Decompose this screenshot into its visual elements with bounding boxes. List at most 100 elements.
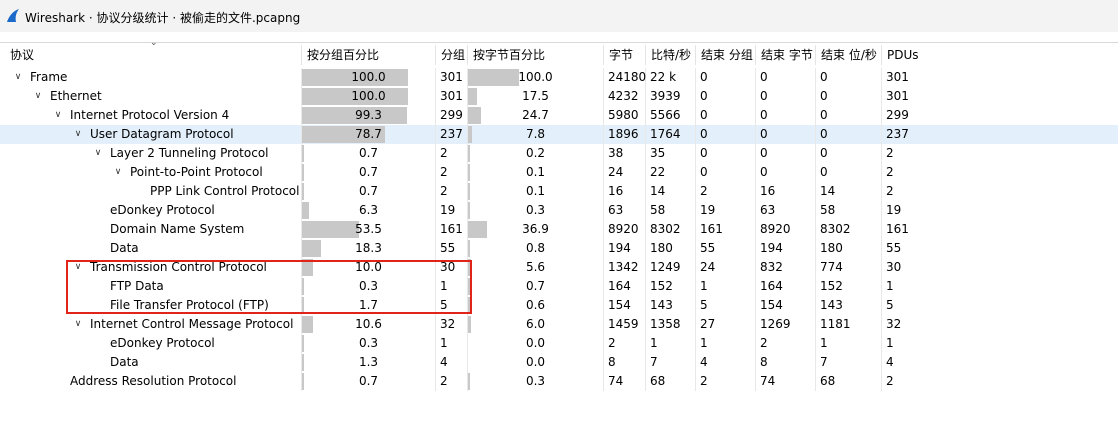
bps-cell: 22 <box>646 163 696 182</box>
pct-bytes-cell: 6.0 <box>468 315 604 334</box>
end-bytes-cell: 8 <box>756 353 816 372</box>
end-bps-cell: 0 <box>816 106 882 125</box>
pct-bytes-cell: 0.1 <box>468 163 604 182</box>
pct-packets-cell: 0.7 <box>302 163 436 182</box>
packets-cell: 161 <box>436 220 468 239</box>
table-row[interactable]: ∨ Layer 2 Tunneling Protocol 0.7 2 0.2 38 35 0 0… <box>0 144 1118 163</box>
end-bytes-cell: 16 <box>756 182 816 201</box>
expand-chevron-icon[interactable]: ∨ <box>52 106 64 125</box>
bps-cell: 3939 <box>646 87 696 106</box>
protocol-cell: eDonkey Protocol <box>0 334 302 353</box>
protocol-name: PPP Link Control Protocol <box>150 184 300 198</box>
col-end-bps[interactable]: 结束 位/秒 <box>816 45 882 65</box>
table-row[interactable]: eDonkey Protocol 6.3 19 0.3 63 58 19 63 58 19 <box>0 201 1118 220</box>
col-percent-bytes[interactable]: 按字节百分比 <box>468 45 604 65</box>
end-bps-cell: 7 <box>816 353 882 372</box>
table-row[interactable]: eDonkey Protocol 0.3 1 0.0 2 1 1 2 1 1 <box>0 334 1118 353</box>
bps-cell: 7 <box>646 353 696 372</box>
table-row[interactable]: Address Resolution Protocol 0.7 2 0.3 74 68 2 7… <box>0 372 1118 391</box>
pdus-cell: 161 <box>886 222 909 236</box>
end-packets-cell: 0 <box>696 106 756 125</box>
table-row[interactable]: ∨ Frame 100.0 301 100.0 24180 22 k 0 0 0 301 <box>0 68 1118 87</box>
end-bps-cell: 180 <box>816 239 882 258</box>
protocol-cell: PPP Link Control Protocol <box>0 182 302 201</box>
protocol-name: Internet Control Message Protocol <box>90 317 294 331</box>
packets-cell: 4 <box>436 353 468 372</box>
packets-cell: 2 <box>436 372 468 391</box>
end-bytes-cell: 154 <box>756 296 816 315</box>
pct-packets-cell: 100.0 <box>302 87 436 106</box>
title-bar: Wireshark · 协议分级统计 · 被偷走的文件.pcapng <box>0 0 1118 32</box>
expand-chevron-icon[interactable]: ∨ <box>72 125 84 144</box>
col-end-packets[interactable]: 结束 分组 <box>696 45 756 65</box>
protocol-cell: ∨ Internet Protocol Version 4 <box>0 106 302 125</box>
bytes-cell: 194 <box>604 239 646 258</box>
packets-cell: 299 <box>436 106 468 125</box>
table-row[interactable]: Data 18.3 55 0.8 194 180 55 194 180 55 <box>0 239 1118 258</box>
protocol-cell: ∨ Frame <box>0 68 302 87</box>
pct-bytes-cell: 0.7 <box>468 277 604 296</box>
end-bytes-cell: 0 <box>756 144 816 163</box>
table-row[interactable]: ∨ Internet Protocol Version 4 99.3 299 24.7 5… <box>0 106 1118 125</box>
protocol-cell: Address Resolution Protocol <box>0 372 302 391</box>
table-row[interactable]: Data 1.3 4 0.0 8 7 4 8 7 4 <box>0 353 1118 372</box>
expand-chevron-icon[interactable]: ∨ <box>92 144 104 163</box>
pdus-cell: 55 <box>886 241 902 255</box>
table-row[interactable]: PPP Link Control Protocol 0.7 2 0.1 16 14 2 16 1… <box>0 182 1118 201</box>
pdus-cell: 2 <box>886 184 894 198</box>
packets-cell: 55 <box>436 239 468 258</box>
protocol-name: eDonkey Protocol <box>110 203 215 217</box>
table-row[interactable]: ∨ User Datagram Protocol 78.7 237 7.8 1896 176… <box>0 125 1118 144</box>
bytes-cell: 4232 <box>604 87 646 106</box>
pct-bytes-cell: 0.3 <box>468 201 604 220</box>
bytes-cell: 164 <box>604 277 646 296</box>
bps-cell: 14 <box>646 182 696 201</box>
protocol-cell: ∨ Ethernet <box>0 87 302 106</box>
bps-cell: 68 <box>646 372 696 391</box>
end-bytes-cell: 164 <box>756 277 816 296</box>
protocol-cell: ∨ User Datagram Protocol <box>0 125 302 144</box>
expand-chevron-icon[interactable]: ∨ <box>112 163 124 182</box>
expand-chevron-icon[interactable]: ∨ <box>32 87 44 106</box>
col-bits-per-sec[interactable]: 比特/秒 <box>646 45 696 65</box>
bps-cell: 1 <box>646 334 696 353</box>
col-end-bytes[interactable]: 结束 字节 <box>756 45 816 65</box>
col-packets[interactable]: 分组 <box>436 45 468 65</box>
pct-bytes-cell: 0.0 <box>468 334 604 353</box>
protocol-name: Layer 2 Tunneling Protocol <box>110 146 269 160</box>
table-row[interactable]: ∨ Point-to-Point Protocol 0.7 2 0.1 24 22 0 0 0 2 <box>0 163 1118 182</box>
end-packets-cell: 27 <box>696 315 756 334</box>
protocol-name: Internet Protocol Version 4 <box>70 108 230 122</box>
col-percent-packets[interactable]: 按分组百分比 <box>302 45 436 65</box>
pct-packets-cell: 100.0 <box>302 68 436 87</box>
end-packets-cell: 0 <box>696 87 756 106</box>
col-pdus[interactable]: PDUs <box>882 45 1118 65</box>
end-packets-cell: 24 <box>696 258 756 277</box>
end-packets-cell: 161 <box>696 220 756 239</box>
end-bytes-cell: 8920 <box>756 220 816 239</box>
bytes-cell: 5980 <box>604 106 646 125</box>
bps-cell: 8302 <box>646 220 696 239</box>
protocol-name: User Datagram Protocol <box>90 127 234 141</box>
end-bytes-cell: 0 <box>756 163 816 182</box>
expand-chevron-icon[interactable]: ∨ <box>12 68 24 87</box>
col-bytes[interactable]: 字节 <box>604 45 646 65</box>
table-row[interactable]: ∨ Ethernet 100.0 301 17.5 4232 3939 0 0 0 301 <box>0 87 1118 106</box>
bps-cell: 1358 <box>646 315 696 334</box>
pct-packets-cell: 0.7 <box>302 372 436 391</box>
col-protocol[interactable]: 协议 <box>0 45 302 65</box>
pct-packets-cell: 18.3 <box>302 239 436 258</box>
table-row[interactable]: ∨ Internet Control Message Protocol 10.6 32… <box>0 315 1118 334</box>
bytes-cell: 1896 <box>604 125 646 144</box>
end-bps-cell: 774 <box>816 258 882 277</box>
end-packets-cell: 5 <box>696 296 756 315</box>
table-row[interactable]: Domain Name System 53.5 161 36.9 8920 8302 161… <box>0 220 1118 239</box>
pdus-cell: 32 <box>886 317 902 331</box>
pdus-cell: 301 <box>886 89 909 103</box>
pct-packets-cell: 0.7 <box>302 144 436 163</box>
expand-chevron-icon[interactable]: ∨ <box>72 315 84 334</box>
protocol-cell: Data <box>0 239 302 258</box>
end-bps-cell: 143 <box>816 296 882 315</box>
bps-cell: 1249 <box>646 258 696 277</box>
pct-bytes-cell: 0.1 <box>468 182 604 201</box>
